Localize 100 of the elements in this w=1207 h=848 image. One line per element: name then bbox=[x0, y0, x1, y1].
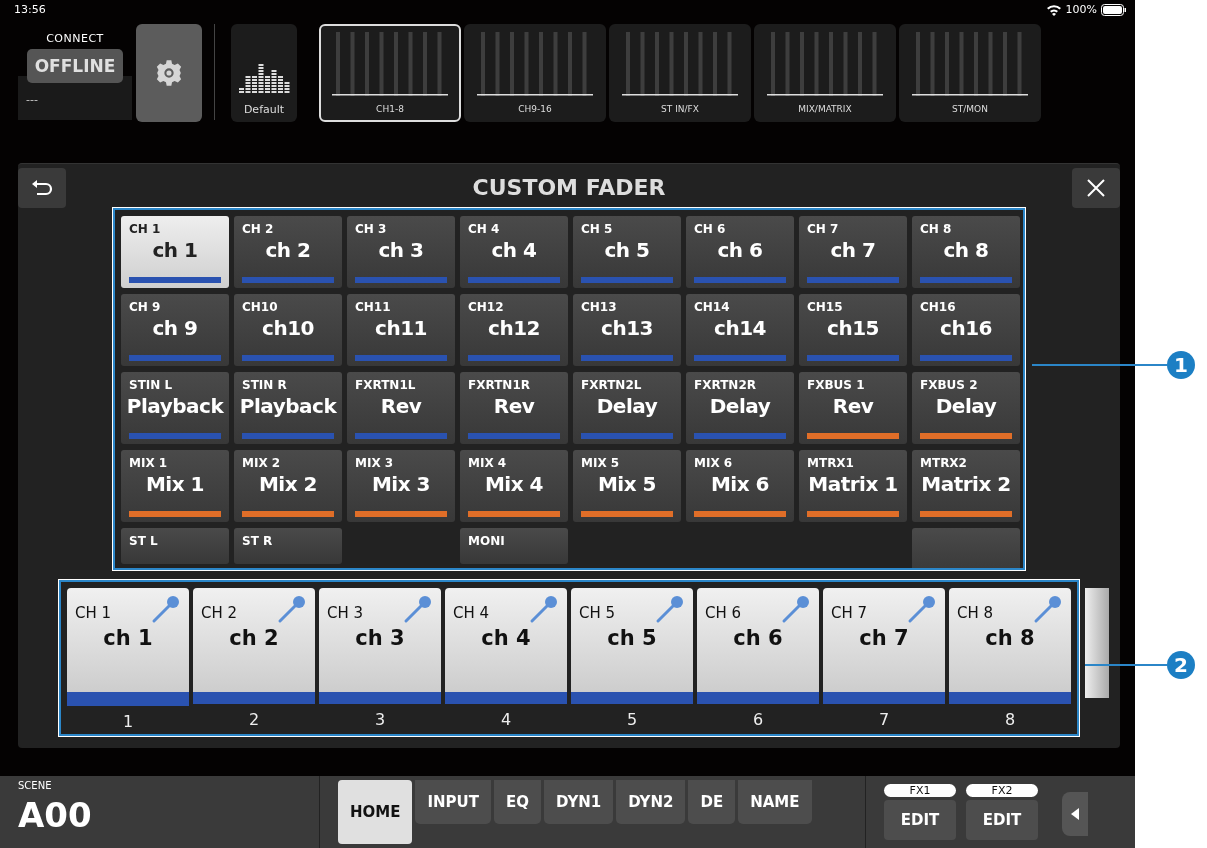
channel-tile[interactable]: FXRTN1R Rev bbox=[460, 371, 568, 444]
fader-tile[interactable]: CH 2 ch 2 bbox=[193, 587, 315, 704]
channel-label: CH 4 bbox=[468, 221, 501, 236]
channel-tile[interactable]: CH 9 ch 9 bbox=[121, 293, 229, 366]
channel-name: ch 6 bbox=[716, 237, 764, 262]
microphone-icon bbox=[1033, 593, 1063, 624]
channel-tile[interactable]: MTRX1 Matrix 1 bbox=[799, 449, 907, 522]
bank-tab[interactable]: MIX/MATRIX bbox=[754, 23, 896, 122]
triangle-left-icon bbox=[1071, 808, 1079, 820]
battery-icon bbox=[1101, 3, 1127, 16]
channel-tile[interactable]: MTRX2 Matrix 2 bbox=[912, 449, 1020, 522]
channel-name: Mix 3 bbox=[370, 471, 431, 496]
edit-button[interactable]: EDIT bbox=[884, 800, 956, 840]
menu-tab[interactable]: INPUT bbox=[415, 780, 492, 824]
fader-tile[interactable]: CH 8 ch 8 bbox=[949, 587, 1071, 704]
channel-label: MTRX1 bbox=[807, 455, 855, 470]
menu-tab[interactable]: NAME bbox=[738, 780, 812, 824]
channel-tile[interactable]: ST L bbox=[121, 527, 229, 564]
microphone-icon bbox=[151, 593, 181, 624]
channel-name: ch 4 bbox=[480, 625, 532, 650]
menu-tab[interactable]: DE bbox=[688, 780, 736, 824]
fader-tile[interactable]: CH 7 ch 7 bbox=[823, 587, 945, 704]
menu-tab[interactable]: HOME bbox=[338, 780, 413, 844]
fader-number: 2 bbox=[248, 709, 260, 729]
fader-tile[interactable]: CH 5 ch 5 bbox=[571, 587, 693, 704]
fader-tile[interactable]: CH 6 ch 6 bbox=[697, 587, 819, 704]
channel-label: CH 3 bbox=[355, 221, 388, 236]
channel-tile[interactable]: CH 8 ch 8 bbox=[912, 215, 1020, 288]
expand-button[interactable] bbox=[1062, 792, 1088, 836]
channel-label: FXBUS 2 bbox=[920, 377, 979, 392]
channel-tile[interactable]: STIN L Playback bbox=[121, 371, 229, 444]
channel-tile[interactable]: CH 5 ch 5 bbox=[573, 215, 681, 288]
channel-label: CH13 bbox=[581, 299, 618, 314]
fader-number: 6 bbox=[752, 709, 764, 729]
offline-button[interactable]: OFFLINE bbox=[26, 48, 124, 83]
channel-tile[interactable]: CH 6 ch 6 bbox=[686, 215, 794, 288]
channel-tile[interactable]: FXBUS 1 Rev bbox=[799, 371, 907, 444]
channel-tile[interactable]: FXBUS 2 Delay bbox=[912, 371, 1020, 444]
fader-tile[interactable]: CH 1 ch 1 bbox=[67, 587, 189, 706]
bank-tab[interactable]: ST/MON bbox=[899, 23, 1041, 122]
channel-label: CH16 bbox=[920, 299, 957, 314]
channel-label: CH 5 bbox=[579, 603, 616, 622]
channel-tile[interactable]: STIN R Playback bbox=[234, 371, 342, 444]
settings-button[interactable] bbox=[136, 23, 202, 122]
channel-tile[interactable] bbox=[912, 527, 1020, 568]
channel-tile[interactable]: FXRTN2L Delay bbox=[573, 371, 681, 444]
scene-label: SCENE bbox=[18, 780, 53, 791]
channel-tile[interactable]: CH15 ch15 bbox=[799, 293, 907, 366]
channel-label: CH 2 bbox=[242, 221, 275, 236]
status-time: 13:56 bbox=[14, 3, 46, 17]
settings-icon bbox=[155, 58, 183, 87]
menu-tab[interactable]: EQ bbox=[494, 780, 542, 824]
edit-button[interactable]: EDIT bbox=[966, 800, 1038, 840]
channel-name: Mix 1 bbox=[144, 471, 205, 496]
channel-name: Playback bbox=[125, 393, 225, 418]
close-button[interactable] bbox=[1072, 167, 1120, 208]
wifi-icon bbox=[1045, 3, 1062, 16]
channel-tile[interactable]: FXRTN1L Rev bbox=[347, 371, 455, 444]
channel-tile[interactable]: MIX 2 Mix 2 bbox=[234, 449, 342, 522]
channel-label: FXRTN2R bbox=[694, 377, 757, 392]
menu-tab[interactable]: DYN2 bbox=[616, 780, 686, 824]
menu-tab[interactable]: DYN1 bbox=[544, 780, 614, 824]
channel-tile[interactable]: CH 3 ch 3 bbox=[347, 215, 455, 288]
channel-tile[interactable]: CH 4 ch 4 bbox=[460, 215, 568, 288]
channel-name: Delay bbox=[595, 393, 659, 418]
channel-tile[interactable]: MIX 6 Mix 6 bbox=[686, 449, 794, 522]
channel-label: CH 1 bbox=[75, 603, 112, 622]
channel-label: CH 1 bbox=[129, 221, 162, 236]
fader-tile[interactable]: CH 4 ch 4 bbox=[445, 587, 567, 704]
channel-tile[interactable]: MIX 3 Mix 3 bbox=[347, 449, 455, 522]
channel-tile[interactable]: ST R bbox=[234, 527, 342, 564]
channel-name: ch14 bbox=[713, 315, 767, 340]
bank-tab[interactable]: CH1-8 bbox=[319, 23, 461, 122]
channel-tile[interactable]: MONI bbox=[460, 527, 568, 564]
channel-tile[interactable]: MIX 4 Mix 4 bbox=[460, 449, 568, 522]
channel-tile[interactable]: CH12 ch12 bbox=[460, 293, 568, 366]
channel-tile[interactable]: CH11 ch11 bbox=[347, 293, 455, 366]
channel-tile[interactable]: CH13 ch13 bbox=[573, 293, 681, 366]
scene-number: A00 bbox=[18, 795, 93, 835]
channel-tile[interactable]: FXRTN2R Delay bbox=[686, 371, 794, 444]
channel-label: CH 5 bbox=[581, 221, 614, 236]
channel-name: ch10 bbox=[261, 315, 315, 340]
channel-name: ch 9 bbox=[151, 315, 199, 340]
channel-tile[interactable]: CH10 ch10 bbox=[234, 293, 342, 366]
device-name: --- bbox=[26, 92, 38, 106]
channel-tile[interactable]: MIX 1 Mix 1 bbox=[121, 449, 229, 522]
fader-tile[interactable]: CH 3 ch 3 bbox=[319, 587, 441, 704]
channel-tile[interactable]: CH 1 ch 1 bbox=[121, 215, 229, 288]
channel-tile[interactable]: MIX 5 Mix 5 bbox=[573, 449, 681, 522]
channel-tile[interactable]: CH 7 ch 7 bbox=[799, 215, 907, 288]
fader-tile[interactable] bbox=[1085, 587, 1109, 698]
channel-tile[interactable]: CH 2 ch 2 bbox=[234, 215, 342, 288]
channel-label: CH 8 bbox=[957, 603, 994, 622]
callout-number: 1 bbox=[1167, 351, 1195, 379]
library-button[interactable]: Default bbox=[231, 23, 297, 122]
back-button[interactable] bbox=[18, 167, 66, 208]
channel-tile[interactable]: CH14 ch14 bbox=[686, 293, 794, 366]
channel-tile[interactable]: CH16 ch16 bbox=[912, 293, 1020, 366]
bank-tab[interactable]: ST IN/FX bbox=[609, 23, 751, 122]
bank-tab[interactable]: CH9-16 bbox=[464, 23, 606, 122]
